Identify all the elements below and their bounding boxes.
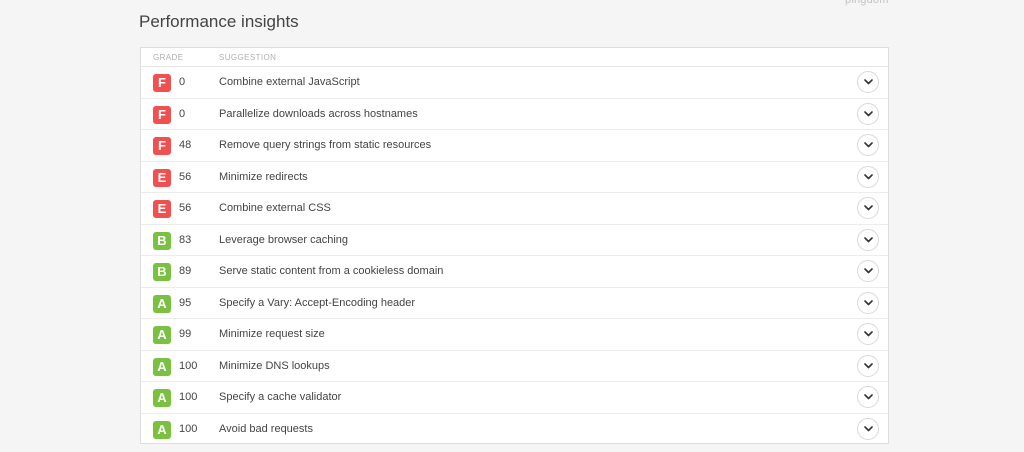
score-value: 56	[179, 202, 192, 214]
score-value: 0	[179, 107, 186, 120]
grade-badge: A	[153, 357, 171, 376]
chevron-down-icon	[863, 236, 873, 242]
table-row[interactable]: E 56 Minimize redirects	[141, 162, 888, 193]
insights-table: GRADE SUGGESTION F 0 Combine external Ja…	[140, 47, 889, 444]
chevron-down-icon	[863, 268, 873, 274]
score-value: 89	[179, 265, 192, 277]
table-row[interactable]: B 89 Serve static content from a cookiel…	[141, 256, 888, 288]
suggestion-text: Combine external CSS	[219, 202, 331, 214]
chevron-down-icon	[863, 110, 873, 116]
chevron-down-icon	[863, 331, 873, 337]
grade-badge: A	[153, 420, 171, 439]
chevron-down-icon	[863, 425, 873, 431]
chevron-down-icon	[863, 299, 873, 305]
table-row[interactable]: F 0 Combine external JavaScript	[141, 67, 888, 99]
grade-badge: E	[153, 200, 171, 218]
table-row[interactable]: A 100 Avoid bad requests	[141, 414, 888, 446]
score-value: 83	[179, 233, 192, 246]
grade-badge: A	[153, 326, 171, 344]
expand-button[interactable]	[857, 260, 879, 282]
brand-logo: pingdom	[845, 0, 889, 6]
score-value: 100	[179, 422, 198, 435]
expand-button[interactable]	[857, 102, 879, 125]
expand-button[interactable]	[857, 197, 879, 219]
suggestion-text: Serve static content from a cookieless d…	[219, 265, 444, 277]
expand-button[interactable]	[857, 354, 879, 377]
suggestion-text: Remove query strings from static resourc…	[219, 139, 432, 151]
expand-button[interactable]	[857, 228, 879, 251]
column-header-suggestion: SUGGESTION	[219, 53, 277, 62]
suggestion-text: Specify a cache validator	[219, 391, 342, 403]
grade-badge: F	[153, 105, 171, 124]
table-row[interactable]: A 99 Minimize request size	[141, 319, 888, 351]
table-row[interactable]: F 48 Remove query strings from static re…	[141, 130, 888, 162]
score-value: 56	[179, 170, 192, 183]
suggestion-text: Minimize DNS lookups	[219, 359, 330, 372]
score-value: 100	[179, 391, 198, 403]
chevron-down-icon	[863, 362, 873, 368]
grade-badge: A	[153, 389, 171, 407]
chevron-down-icon	[863, 205, 873, 211]
chevron-down-icon	[863, 79, 873, 85]
grade-badge: F	[153, 74, 171, 92]
suggestion-text: Combine external JavaScript	[219, 76, 360, 88]
score-value: 100	[179, 359, 198, 372]
expand-button[interactable]	[857, 71, 879, 93]
expand-button[interactable]	[857, 165, 879, 188]
table-row[interactable]: A 100 Specify a cache validator	[141, 382, 888, 414]
score-value: 0	[179, 76, 186, 88]
column-header-grade: GRADE	[153, 53, 184, 62]
grade-badge: F	[153, 137, 171, 155]
suggestion-text: Minimize request size	[219, 328, 325, 340]
score-value: 99	[179, 328, 192, 340]
expand-button[interactable]	[857, 134, 879, 156]
table-row[interactable]: B 83 Leverage browser caching	[141, 225, 888, 256]
score-value: 95	[179, 296, 192, 309]
chevron-down-icon	[863, 142, 873, 148]
score-value: 48	[179, 139, 192, 151]
table-body: F 0 Combine external JavaScript F 0 Para…	[141, 67, 888, 445]
grade-badge: B	[153, 231, 171, 250]
suggestion-text: Leverage browser caching	[219, 233, 349, 246]
table-row[interactable]: A 95 Specify a Vary: Accept-Encoding hea…	[141, 288, 888, 319]
chevron-down-icon	[863, 394, 873, 400]
expand-button[interactable]	[857, 291, 879, 314]
page: pingdom Performance insights GRADE SUGGE…	[0, 0, 1024, 452]
suggestion-text: Parallelize downloads across hostnames	[219, 107, 418, 120]
table-header: GRADE SUGGESTION	[141, 48, 888, 67]
grade-badge: B	[153, 263, 171, 281]
suggestion-text: Specify a Vary: Accept-Encoding header	[219, 296, 416, 309]
table-row[interactable]: F 0 Parallelize downloads across hostnam…	[141, 99, 888, 130]
expand-button[interactable]	[857, 386, 879, 408]
page-title: Performance insights	[139, 12, 299, 31]
suggestion-text: Avoid bad requests	[219, 422, 313, 435]
expand-button[interactable]	[857, 323, 879, 345]
table-row[interactable]: A 100 Minimize DNS lookups	[141, 351, 888, 382]
suggestion-text: Minimize redirects	[219, 170, 308, 183]
chevron-down-icon	[863, 173, 873, 179]
grade-badge: A	[153, 294, 171, 313]
table-row[interactable]: E 56 Combine external CSS	[141, 193, 888, 225]
expand-button[interactable]	[857, 417, 879, 440]
grade-badge: E	[153, 168, 171, 187]
